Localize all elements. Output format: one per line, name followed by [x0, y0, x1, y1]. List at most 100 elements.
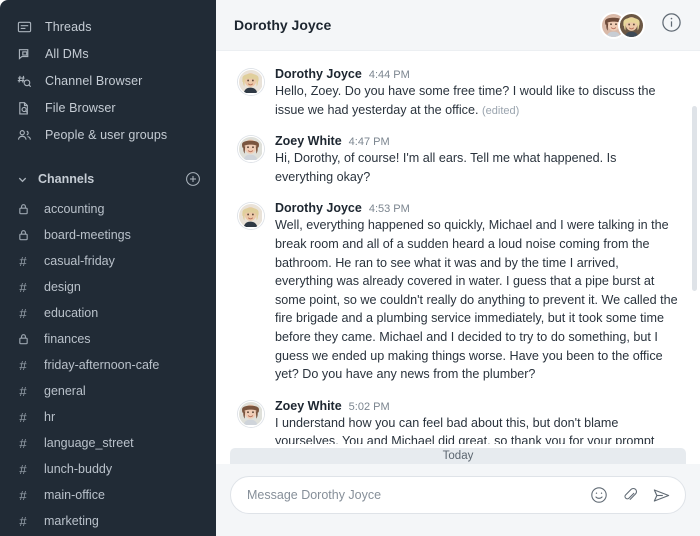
channel-browser-icon	[14, 71, 34, 91]
info-icon[interactable]	[661, 12, 682, 38]
channel-item-main-office[interactable]: # main-office	[0, 482, 216, 508]
message-item: Dorothy Joyce 4:53 PM Well, everything h…	[216, 195, 700, 392]
channels-section-header[interactable]: Channels	[0, 164, 216, 194]
channel-name: education	[44, 306, 99, 320]
channel-item-language-street[interactable]: # language_street	[0, 430, 216, 456]
paperclip-icon[interactable]	[621, 486, 639, 504]
sidebar-item-label: All DMs	[45, 47, 89, 61]
channel-item-accounting[interactable]: accounting	[0, 196, 216, 222]
threads-icon	[14, 17, 34, 37]
channel-item-finances[interactable]: finances	[0, 326, 216, 352]
channel-item-education[interactable]: # education	[0, 300, 216, 326]
message-item: Dorothy Joyce 4:44 PM Hello, Zoey. Do yo…	[216, 61, 700, 128]
chat-app: Threads All DMs Channel Browser File Bro…	[0, 0, 700, 536]
sidebar-item-people-user-groups[interactable]: People & user groups	[0, 122, 216, 148]
message-text: I understand how you can feel bad about …	[275, 414, 678, 444]
hash-icon: #	[19, 435, 27, 451]
channel-name: hr	[44, 410, 56, 424]
lock-icon	[14, 226, 32, 244]
channel-item-design[interactable]: # design	[0, 274, 216, 300]
lock-icon	[14, 330, 32, 348]
message-timestamp: 4:44 PM	[368, 69, 410, 81]
sidebar-item-file-browser[interactable]: File Browser	[0, 95, 216, 121]
message-body: Zoey White 5:02 PM I understand how you …	[275, 399, 678, 444]
message-item: Zoey White 5:02 PM I understand how you …	[216, 393, 700, 444]
message-meta: Zoey White 4:47 PM	[275, 134, 678, 148]
channel-item-friday-afternoon-cafe[interactable]: # friday-afternoon-cafe	[0, 352, 216, 378]
channel-list: accounting board-meetings # casual-frida…	[0, 196, 216, 536]
chat-header-actions	[600, 11, 682, 39]
message-meta: Zoey White 5:02 PM	[275, 399, 678, 413]
day-divider-label: Today	[442, 449, 474, 462]
all-dms-icon	[14, 44, 34, 64]
channel-item-hr[interactable]: # hr	[0, 404, 216, 430]
hash-icon: #	[19, 383, 27, 399]
message-list[interactable]: Dorothy Joyce 4:44 PM Hello, Zoey. Do yo…	[216, 51, 700, 444]
channel-item-casual-friday[interactable]: # casual-friday	[0, 248, 216, 274]
edited-label: (edited)	[482, 104, 520, 117]
composer-actions	[590, 486, 671, 505]
message-text-content: I understand how you can feel bad about …	[275, 415, 655, 444]
sidebar-item-label: People & user groups	[45, 128, 168, 142]
channel-item-marketing[interactable]: # marketing	[0, 508, 216, 534]
channel-item-general[interactable]: # general	[0, 378, 216, 404]
message-author: Zoey White	[275, 398, 342, 413]
channel-item-board-meetings[interactable]: board-meetings	[0, 222, 216, 248]
message-timestamp: 4:47 PM	[348, 136, 390, 149]
sidebar: Threads All DMs Channel Browser File Bro…	[0, 0, 216, 536]
message-text-content: Well, everything happened so quickly, Mi…	[275, 218, 678, 382]
file-browser-icon	[14, 98, 34, 118]
member-avatar-stack[interactable]	[600, 11, 645, 39]
message-meta: Dorothy Joyce 4:53 PM	[275, 201, 678, 215]
sidebar-item-label: Threads	[45, 20, 92, 34]
sidebar-item-label: File Browser	[45, 101, 116, 115]
message-meta: Dorothy Joyce 4:44 PM	[275, 67, 678, 81]
hash-icon: #	[19, 357, 27, 373]
message-author: Dorothy Joyce	[275, 67, 362, 81]
message-body: Dorothy Joyce 4:53 PM Well, everything h…	[275, 201, 678, 384]
message-text-content: Hi, Dorothy, of course! I'm all ears. Te…	[275, 151, 617, 184]
send-icon[interactable]	[652, 486, 671, 505]
message-author: Dorothy Joyce	[275, 201, 362, 216]
sidebar-item-label: Channel Browser	[45, 74, 143, 88]
sidebar-item-all-dms[interactable]: All DMs	[0, 41, 216, 67]
channel-name: casual-friday	[44, 254, 115, 268]
channel-name: design	[44, 280, 81, 294]
chevron-down-icon	[14, 171, 30, 187]
channel-name: main-office	[44, 488, 105, 502]
channel-name: language_street	[44, 436, 134, 450]
channel-name: accounting	[44, 202, 105, 216]
hash-icon: #	[19, 513, 27, 529]
channel-name: finances	[44, 332, 91, 346]
avatar-wrapper	[238, 399, 264, 444]
message-input[interactable]	[247, 488, 582, 502]
sidebar-item-threads[interactable]: Threads	[0, 14, 216, 40]
message-author: Zoey White	[275, 134, 342, 149]
channel-name: friday-afternoon-cafe	[44, 358, 160, 372]
hash-icon: #	[19, 409, 27, 425]
channels-section-label: Channels	[38, 172, 95, 186]
channel-item-lunch-buddy[interactable]: # lunch-buddy	[0, 456, 216, 482]
people-icon	[14, 125, 34, 145]
message-timestamp: 5:02 PM	[348, 400, 390, 413]
hash-icon: #	[19, 253, 27, 269]
channel-name: general	[44, 384, 86, 398]
message-item: Zoey White 4:47 PM Hi, Dorothy, of cours…	[216, 128, 700, 195]
hash-icon: #	[19, 487, 27, 503]
message-timestamp: 4:53 PM	[368, 203, 410, 216]
emoji-icon[interactable]	[590, 486, 608, 504]
composer-box[interactable]	[230, 476, 686, 514]
main-panel: Dorothy Joyce Dorothy Joyce 4:44 PM Hell…	[216, 0, 700, 536]
add-channel-icon[interactable]	[184, 170, 202, 188]
sidebar-nav: Threads All DMs Channel Browser File Bro…	[0, 8, 216, 148]
lock-icon	[14, 200, 32, 218]
avatar	[238, 400, 264, 427]
sidebar-item-channel-browser[interactable]: Channel Browser	[0, 68, 216, 94]
hash-icon: #	[19, 461, 27, 477]
avatar	[238, 203, 264, 230]
message-text: Hi, Dorothy, of course! I'm all ears. Te…	[275, 149, 678, 187]
message-text: Well, everything happened so quickly, Mi…	[275, 216, 678, 384]
message-scrollbar[interactable]	[692, 106, 697, 291]
message-text-content: Hello, Zoey. Do you have some free time?…	[275, 84, 656, 117]
page-title: Dorothy Joyce	[234, 17, 332, 33]
